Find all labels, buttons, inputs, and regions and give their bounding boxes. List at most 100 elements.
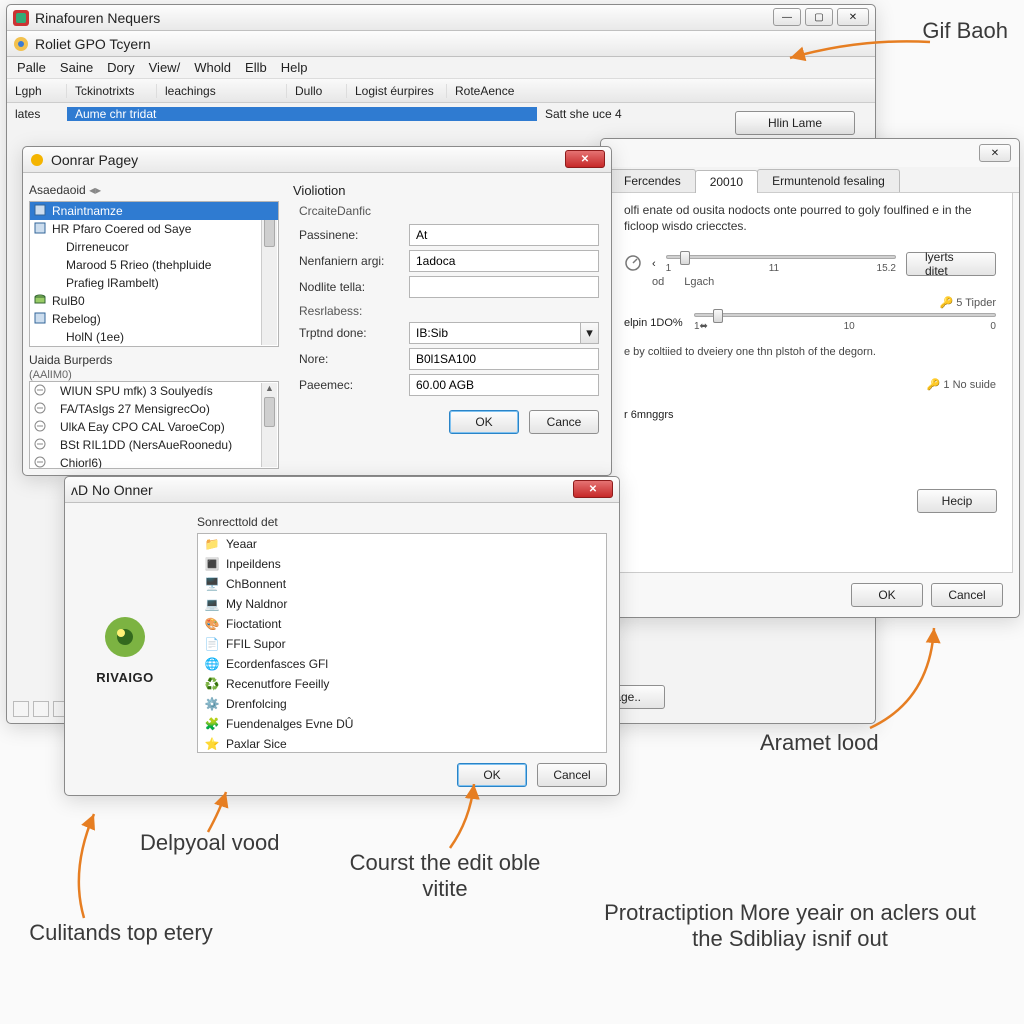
- tree-item[interactable]: BSt RIL1DD (NersAueRoonedu): [30, 436, 278, 454]
- list-item[interactable]: ⭐Paxlar Sice: [198, 734, 606, 753]
- pc-icon: 💻: [204, 596, 220, 612]
- menu-item[interactable]: Help: [281, 60, 308, 75]
- tree-item[interactable]: Dirreneucor: [30, 238, 278, 256]
- close-button[interactable]: ✕: [837, 8, 869, 26]
- ok-button[interactable]: OK: [851, 583, 923, 607]
- logo-text: RIVAIGO: [96, 670, 153, 685]
- field-label: Nenfaniern argi:: [299, 254, 409, 268]
- tab-20010[interactable]: 20010: [695, 170, 758, 193]
- menu-item[interactable]: Ellb: [245, 60, 267, 75]
- list-item[interactable]: ♻️Recenutfore Feeilly: [198, 674, 606, 694]
- tree-item[interactable]: HR Pfaro Coered od Saye: [30, 220, 278, 238]
- col-header[interactable]: Dullo: [287, 84, 347, 98]
- dialog1-icon: [29, 152, 45, 168]
- tree-top[interactable]: RnaintnamzeHR Pfaro Coered od SayeDirren…: [29, 201, 279, 347]
- tree-item[interactable]: Marood 5 Rrieo (thehpluide: [30, 256, 278, 274]
- slider1[interactable]: [666, 255, 896, 259]
- list-item[interactable]: 🖥️ChBonnent: [198, 574, 606, 594]
- rivaigo-logo-icon: [101, 613, 149, 664]
- close-button[interactable]: ✕: [979, 144, 1011, 162]
- tree-item[interactable]: UlkA Eay CPO CAL VaroeCop): [30, 418, 278, 436]
- dial-icon: [624, 254, 642, 275]
- list-item[interactable]: 💻My Naldnor: [198, 594, 606, 614]
- tree-item[interactable]: WIUN SPU mfk) 3 Soulyedís: [30, 382, 278, 400]
- help-button[interactable]: Hecip: [917, 489, 997, 513]
- col-header[interactable]: Tckinotrixts: [67, 84, 157, 98]
- list-item[interactable]: 📁Yeaar: [198, 534, 606, 554]
- link-icon: [34, 402, 48, 416]
- form-row: Paeemec:: [293, 374, 599, 396]
- text-input[interactable]: [409, 276, 599, 298]
- list-item[interactable]: ⚙️Drenfolcing: [198, 694, 606, 714]
- ok-button[interactable]: OK: [449, 410, 519, 434]
- tree-item[interactable]: Rebelog): [30, 310, 278, 328]
- close-button[interactable]: ✕: [573, 480, 613, 498]
- tree-item[interactable]: FA/TAsIgs 27 MensigrecOo): [30, 400, 278, 418]
- form-row: Passinene:: [293, 224, 599, 246]
- annotation-culitands: Culitands top etery: [6, 920, 236, 946]
- tree-item[interactable]: Ho Tho-4ê): [30, 346, 278, 347]
- col-header[interactable]: Lgph: [7, 84, 67, 98]
- side-button[interactable]: Hlin Lame: [735, 111, 855, 135]
- col-header[interactable]: leachings: [157, 84, 287, 98]
- maximize-button[interactable]: ▢: [805, 8, 833, 26]
- recycle-icon: ♻️: [204, 676, 220, 692]
- sub-titlebar: Roliet GPO Tcyern ― ▢ ✕: [7, 31, 875, 57]
- list-item[interactable]: 📄FFIL Supor: [198, 634, 606, 654]
- ok-button[interactable]: OK: [457, 763, 527, 787]
- col-header[interactable]: Logist éurpires: [347, 84, 447, 98]
- close-button[interactable]: ✕: [565, 150, 605, 168]
- tree-item[interactable]: RulB0: [30, 292, 278, 310]
- text-input[interactable]: [409, 348, 599, 370]
- text-input[interactable]: [409, 250, 599, 272]
- tab-fercendes[interactable]: Fercendes: [609, 169, 696, 192]
- text-input[interactable]: [409, 322, 581, 344]
- text-input[interactable]: [409, 224, 599, 246]
- dialog1-title: Oonrar Pagey: [51, 152, 138, 168]
- list-item[interactable]: 🎨Fioctationt: [198, 614, 606, 634]
- tree-icon: [34, 330, 48, 344]
- connection-list[interactable]: 📁Yeaar🔳Inpeildens🖥️ChBonnent💻My Naldnor🎨…: [197, 533, 607, 753]
- status-icon: [33, 701, 49, 717]
- annotation-gif-baoh: Gif Baoh: [922, 18, 1008, 44]
- tab-ermuntenold[interactable]: Ermuntenold fesaling: [757, 169, 900, 192]
- tree-item[interactable]: Rnaintnamze: [30, 202, 278, 220]
- slider1-od: od: [652, 276, 664, 288]
- lyerts-button[interactable]: lyerts ditet: [906, 252, 996, 276]
- list-item[interactable]: 🔳Inpeildens: [198, 554, 606, 574]
- status-icon: [13, 701, 29, 717]
- text-input[interactable]: [409, 374, 599, 396]
- list-item-label: ChBonnent: [226, 577, 286, 591]
- menu-item[interactable]: Saine: [60, 60, 93, 75]
- tree-item[interactable]: HolN (1ee): [30, 328, 278, 346]
- col-header[interactable]: RoteAence: [447, 84, 537, 98]
- gear-icon: ⚙️: [204, 696, 220, 712]
- menu-item[interactable]: Dory: [107, 60, 134, 75]
- puzzle-icon: 🧩: [204, 716, 220, 732]
- tree-item[interactable]: Chiorl6): [30, 454, 278, 469]
- dialog-pagey: Oonrar Pagey ✕ Asaedaoid ◂▸ RnaintnamzeH…: [22, 146, 612, 476]
- menu-item[interactable]: Whold: [194, 60, 231, 75]
- cancel-button[interactable]: Cancel: [537, 763, 607, 787]
- tree-item[interactable]: Prafieg lRambelt): [30, 274, 278, 292]
- slider2[interactable]: [694, 313, 996, 317]
- dropdown-arrow-icon[interactable]: ▾: [581, 322, 599, 344]
- menu-item[interactable]: View/: [149, 60, 181, 75]
- annotation-courst: Courst the edit oble vitite: [330, 850, 560, 903]
- cancel-button[interactable]: Cance: [529, 410, 599, 434]
- aalim-label: (AAlIM0): [29, 369, 279, 381]
- list-item[interactable]: 🌐Ecordenfasces GFl: [198, 654, 606, 674]
- minimize-button[interactable]: ―: [773, 8, 801, 26]
- list-item[interactable]: 🧩Fuendenalges Evne DÛ: [198, 714, 606, 734]
- cancel-button[interactable]: Cancel: [931, 583, 1003, 607]
- list-item-label: Ecordenfasces GFl: [226, 657, 328, 671]
- field-label: Trptnd done:: [299, 326, 409, 340]
- menu-item[interactable]: Palle: [17, 60, 46, 75]
- settings-window-controls: ✕: [979, 144, 1011, 162]
- list-item-label: Fioctationt: [226, 617, 281, 631]
- settings-note: e by coltiied to dveiery one thn plstoh …: [624, 346, 996, 358]
- folder-icon: 📁: [204, 536, 220, 552]
- form-row: Nodlite tella:: [293, 276, 599, 298]
- settings-window: ✕ Fercendes 20010 Ermuntenold fesaling o…: [600, 138, 1020, 618]
- tree-bottom[interactable]: WIUN SPU mfk) 3 SoulyedísFA/TAsIgs 27 Me…: [29, 381, 279, 469]
